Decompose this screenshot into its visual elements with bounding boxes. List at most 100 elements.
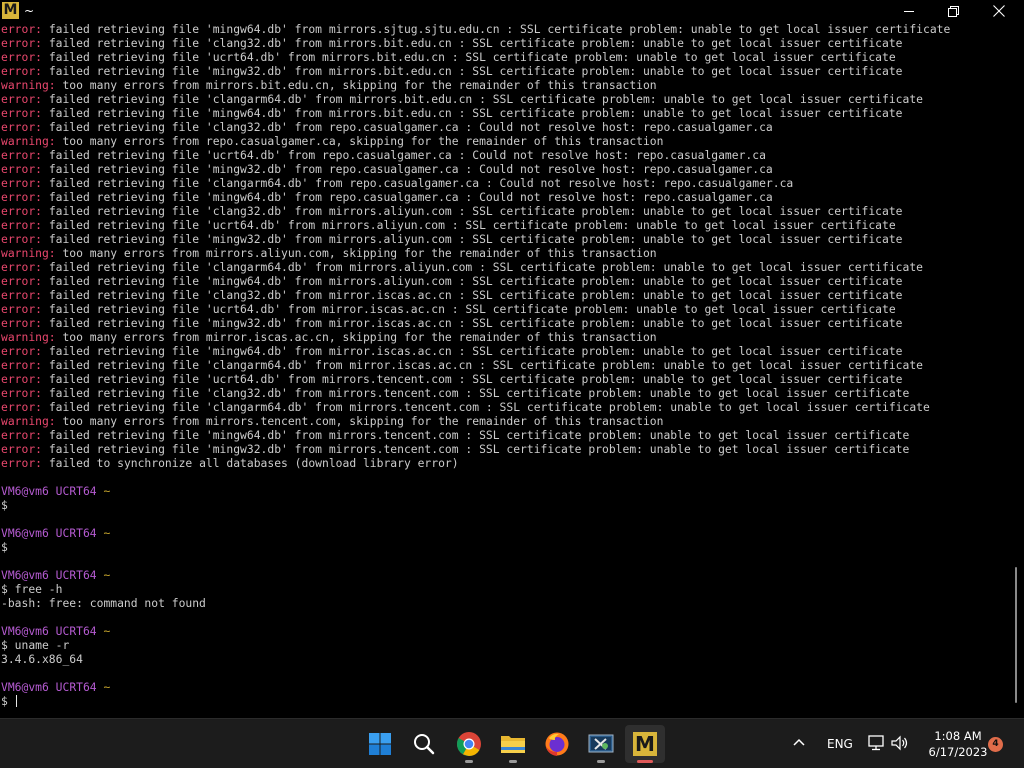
error-label: error:	[1, 204, 42, 218]
file-explorer-button[interactable]	[493, 725, 533, 763]
maximize-button[interactable]	[930, 0, 976, 22]
minimize-button[interactable]	[886, 0, 932, 22]
error-label: error:	[1, 232, 42, 246]
snipping-tool-button[interactable]	[581, 725, 621, 763]
prompt-path: ~	[103, 624, 111, 638]
terminal-line: warning: too many errors from mirrors.al…	[0, 246, 1010, 260]
close-icon	[993, 5, 1005, 17]
error-label: error:	[1, 120, 42, 134]
error-label: error:	[1, 274, 42, 288]
terminal-line: error: failed retrieving file 'clangarm6…	[0, 358, 1010, 372]
error-label: error:	[1, 148, 42, 162]
prompt-path: ~	[103, 526, 111, 540]
error-label: error:	[1, 64, 42, 78]
prompt-user: VM6@vm6	[1, 484, 49, 498]
warning-label: warning:	[1, 134, 56, 148]
start-icon	[369, 733, 391, 755]
prompt-path: ~	[103, 680, 111, 694]
terminal-text: too many errors from mirrors.tencent.com…	[55, 414, 664, 428]
terminal-text: $ free -h	[1, 582, 63, 596]
terminal-text: failed retrieving file 'mingw64.db' from…	[41, 190, 773, 204]
terminal-text: too many errors from repo.casualgamer.ca…	[55, 134, 664, 148]
error-label: error:	[1, 456, 42, 470]
terminal-text: failed retrieving file 'mingw64.db' from…	[41, 106, 903, 120]
terminal-text: failed retrieving file 'mingw32.db' from…	[41, 232, 903, 246]
prompt-system: UCRT64	[55, 680, 97, 694]
terminal-line: $	[0, 540, 1010, 554]
prompt-path: ~	[103, 484, 111, 498]
msys2-terminal-button[interactable]: M	[625, 725, 665, 763]
msys2-terminal-icon: M	[633, 732, 657, 756]
network-icon	[868, 735, 884, 751]
error-label: error:	[1, 386, 42, 400]
error-label: error:	[1, 400, 42, 414]
firefox-icon	[545, 732, 569, 756]
terminal-text: failed retrieving file 'clangarm64.db' f…	[41, 260, 923, 274]
terminal-output[interactable]: error: failed retrieving file 'mingw64.d…	[0, 22, 1010, 718]
error-label: error:	[1, 316, 42, 330]
terminal-line: -bash: free: command not found	[0, 596, 1010, 610]
scrollbar[interactable]	[1010, 22, 1024, 718]
terminal-text: failed retrieving file 'ucrt64.db' from …	[41, 50, 896, 64]
terminal-line: $ free -h	[0, 582, 1010, 596]
error-label: error:	[1, 302, 42, 316]
terminal-line: error: failed retrieving file 'mingw64.d…	[0, 22, 1010, 36]
terminal-line: error: failed retrieving file 'clangarm6…	[0, 176, 1010, 190]
running-indicator	[465, 760, 473, 763]
terminal-line: $	[0, 498, 1010, 512]
error-label: error:	[1, 218, 42, 232]
mintty-logo-icon[interactable]: M	[2, 2, 19, 19]
taskbar: M ENG 1:08 AM 6/17/2023 4	[0, 718, 1024, 768]
terminal-line: warning: too many errors from repo.casua…	[0, 134, 1010, 148]
running-indicator	[637, 760, 653, 763]
title-bar: M ~	[0, 0, 1024, 22]
error-label: error:	[1, 176, 42, 190]
terminal-text: failed retrieving file 'clang32.db' from…	[41, 204, 903, 218]
terminal-line: error: failed to synchronize all databas…	[0, 456, 1010, 470]
terminal-line: error: failed retrieving file 'mingw64.d…	[0, 344, 1010, 358]
terminal-line: error: failed retrieving file 'ucrt64.db…	[0, 372, 1010, 386]
warning-label: warning:	[1, 414, 56, 428]
close-button[interactable]	[976, 0, 1022, 22]
terminal-text: $	[1, 498, 15, 512]
search-button[interactable]	[404, 725, 444, 763]
firefox-button[interactable]	[537, 725, 577, 763]
terminal-text: failed retrieving file 'ucrt64.db' from …	[41, 302, 896, 316]
chrome-button[interactable]	[449, 725, 489, 763]
terminal-line: VM6@vm6 UCRT64 ~	[0, 526, 1010, 540]
warning-label: warning:	[1, 330, 56, 344]
terminal-text: failed retrieving file 'mingw32.db' from…	[41, 316, 903, 330]
terminal-line: warning: too many errors from mirrors.te…	[0, 414, 1010, 428]
terminal-text: $	[1, 540, 15, 554]
terminal-text: failed to synchronize all databases (dow…	[41, 456, 459, 470]
terminal-line: error: failed retrieving file 'clang32.d…	[0, 204, 1010, 218]
terminal-text: failed retrieving file 'clangarm64.db' f…	[41, 400, 930, 414]
error-label: error:	[1, 372, 42, 386]
network-button[interactable]	[867, 735, 885, 755]
volume-button[interactable]	[891, 735, 909, 755]
prompt-path: ~	[103, 568, 111, 582]
snipping-tool-icon	[588, 734, 614, 753]
scrollbar-thumb[interactable]	[1015, 567, 1017, 703]
prompt-user: VM6@vm6	[1, 680, 49, 694]
terminal-line: error: failed retrieving file 'clang32.d…	[0, 120, 1010, 134]
terminal-line: error: failed retrieving file 'clang32.d…	[0, 36, 1010, 50]
terminal-line: error: failed retrieving file 'mingw32.d…	[0, 316, 1010, 330]
terminal-line: error: failed retrieving file 'ucrt64.db…	[0, 218, 1010, 232]
start-button[interactable]	[360, 725, 400, 763]
search-icon	[414, 734, 435, 755]
notification-badge[interactable]: 4	[988, 737, 1003, 752]
warning-label: warning:	[1, 246, 56, 260]
prompt-user: VM6@vm6	[1, 526, 49, 540]
terminal-line: error: failed retrieving file 'mingw32.d…	[0, 442, 1010, 456]
terminal-text: too many errors from mirrors.aliyun.com,…	[55, 246, 657, 260]
show-hidden-icons-button[interactable]	[792, 735, 806, 753]
terminal-text: failed retrieving file 'mingw64.db' from…	[41, 274, 903, 288]
language-indicator[interactable]: ENG	[827, 736, 853, 752]
